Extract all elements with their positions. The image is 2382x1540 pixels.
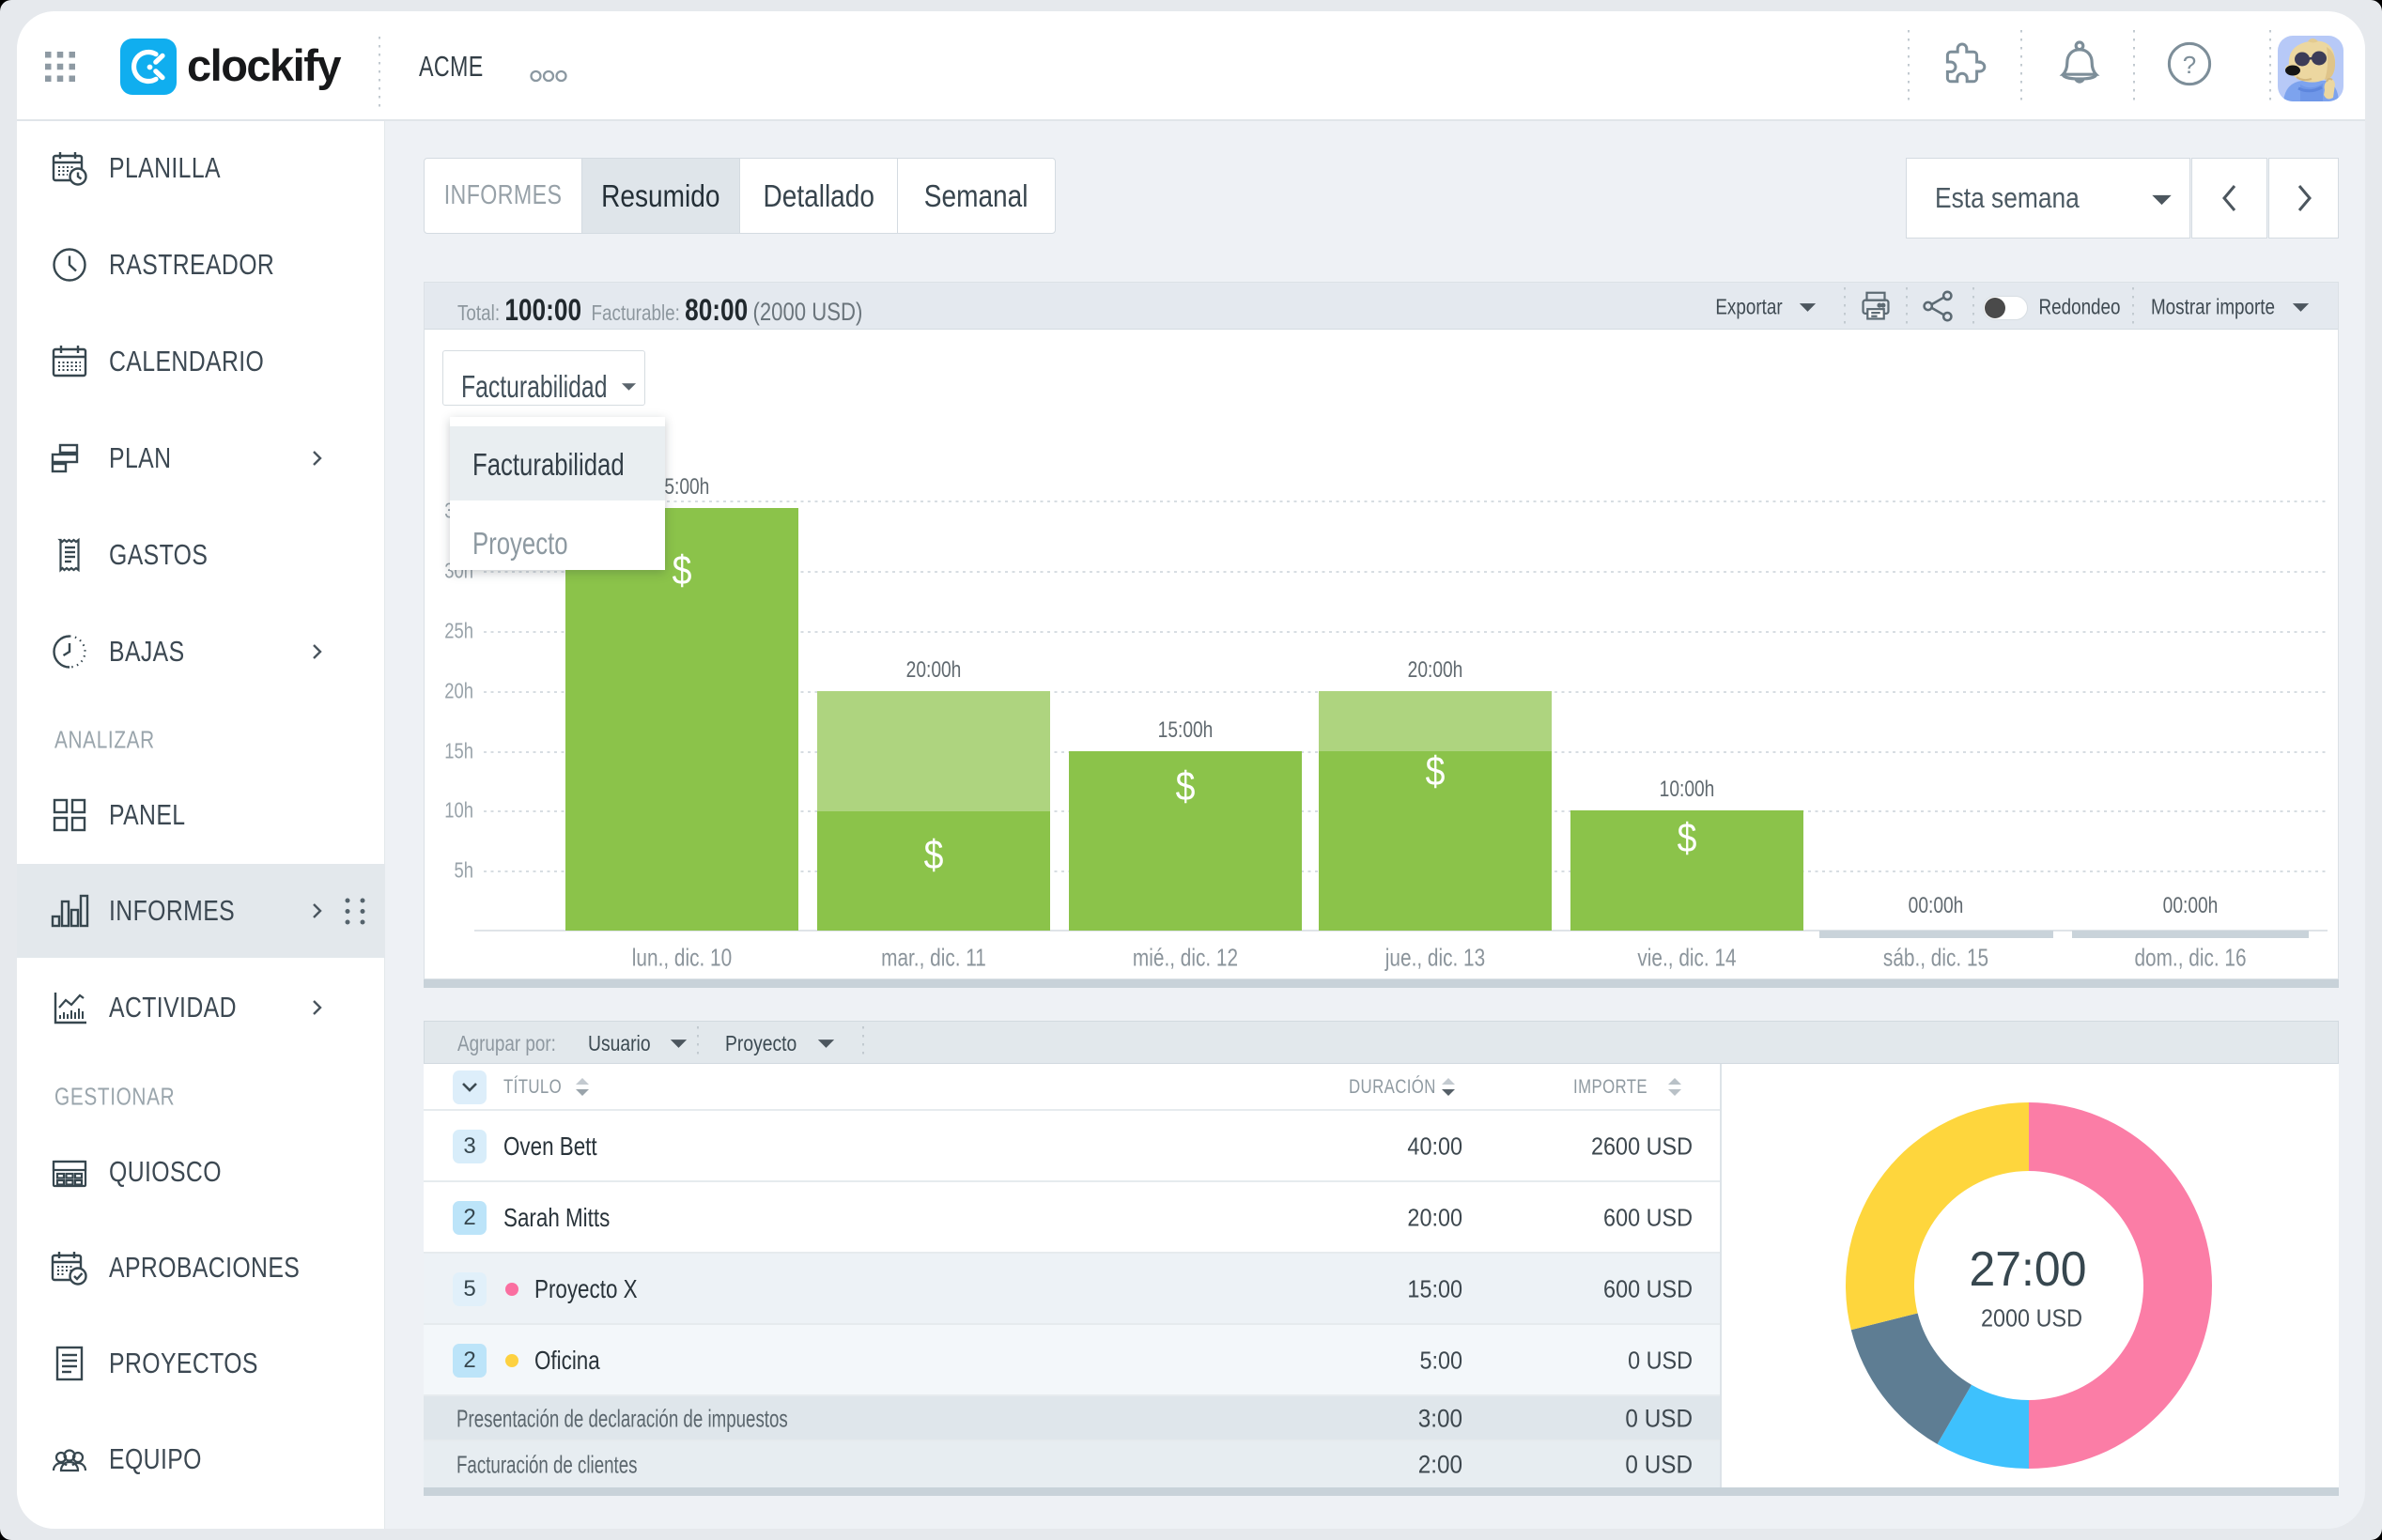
svg-text:?: ?: [2183, 51, 2196, 79]
